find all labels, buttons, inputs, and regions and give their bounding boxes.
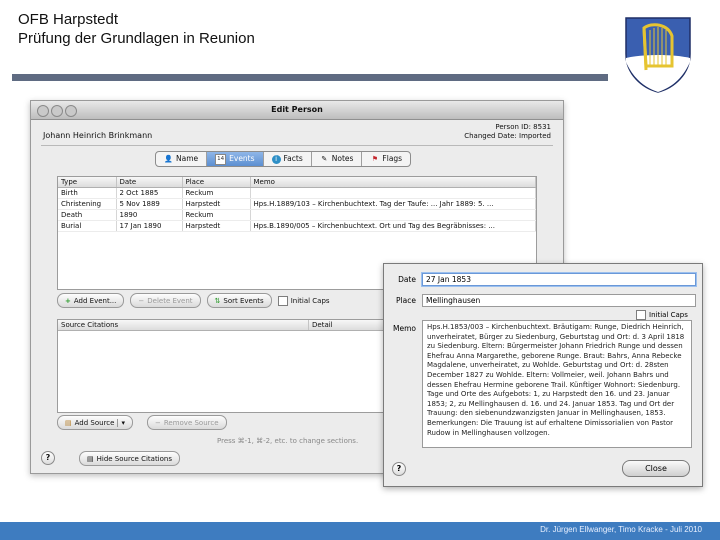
event-date: 5 Nov 1889 [116, 198, 183, 210]
table-header-row: Type Date Place Memo [58, 177, 536, 188]
add-event-label: Add Event... [73, 296, 117, 305]
sort-events-button[interactable]: ⇅ Sort Events [206, 293, 272, 308]
memo-label: Memo [393, 324, 416, 333]
tab-events[interactable]: 14 Events [207, 152, 264, 166]
close-button[interactable]: Close [622, 460, 690, 477]
event-memo [250, 187, 536, 199]
section-tabs: 👤 Name 14 Events i Facts ✎ Notes ⚑ Flags [155, 151, 412, 167]
changed-date: Changed Date: Imported [464, 132, 551, 140]
help-icon[interactable]: ? [41, 451, 55, 465]
add-source-button[interactable]: ▤ Add Source ▾ [57, 415, 133, 430]
date-field[interactable]: 27 Jan 1853 [422, 273, 696, 286]
place-field[interactable]: Mellinghausen [422, 294, 696, 307]
window-titlebar[interactable]: Edit Person [31, 101, 563, 120]
plus-icon: + [65, 296, 71, 305]
event-memo [250, 209, 536, 221]
coat-of-arms-harp-logo [625, 17, 691, 93]
remove-source-button[interactable]: − Remove Source [146, 415, 227, 430]
place-label: Place [396, 296, 416, 305]
event-place: Harpstedt [182, 220, 251, 232]
checkbox-box[interactable] [277, 295, 288, 306]
keyboard-hint: Press ⌘-1, ⌘-2, etc. to change sections. [217, 437, 359, 445]
table-row[interactable]: Death 1890 Reckum [58, 209, 536, 221]
slide-footer: Dr. Jürgen Ellwanger, Timo Kracke - Juli… [0, 522, 720, 540]
minus-icon: − [154, 418, 161, 427]
initial-caps-checkbox[interactable]: Initial Caps [636, 310, 688, 320]
event-date: 17 Jan 1890 [116, 220, 183, 232]
delete-event-label: Delete Event [147, 296, 193, 305]
header-divider [41, 145, 553, 146]
person-id: Person ID: 8531 [495, 123, 551, 131]
tab-notes[interactable]: ✎ Notes [312, 152, 363, 166]
window-title: Edit Person [271, 105, 323, 114]
tab-label: Name [176, 154, 199, 163]
checkbox-box[interactable] [636, 310, 646, 320]
title-divider-bar [12, 74, 608, 81]
slide-title: OFB Harpstedt Prüfung der Grundlagen in … [18, 10, 255, 48]
slide-title-line2: Prüfung der Grundlagen in Reunion [18, 30, 255, 47]
remove-source-label: Remove Source [163, 418, 219, 427]
tab-label: Notes [331, 154, 354, 163]
table-row[interactable]: Birth 2 Oct 1885 Reckum [58, 187, 536, 199]
delete-event-button[interactable]: − Delete Event [130, 293, 201, 308]
person-icon: 👤 [164, 154, 173, 163]
initial-caps-label: Initial Caps [649, 311, 688, 319]
memo-textarea[interactable]: Hps.H.1853/003 – Kirchenbuchtext. Bräuti… [422, 320, 692, 448]
column-header[interactable]: Place [182, 177, 251, 188]
note-icon: ✎ [321, 154, 328, 163]
column-header[interactable]: Source Citations [58, 320, 309, 330]
event-type: Burial [58, 220, 117, 232]
help-icon[interactable]: ? [392, 462, 406, 476]
hide-icon: ▤ [87, 454, 94, 463]
calendar-icon: 14 [215, 153, 227, 165]
add-source-label: Add Source [74, 418, 115, 427]
hide-citations-label: Hide Source Citations [96, 454, 172, 463]
table-row[interactable]: Burial 17 Jan 1890 Harpstedt Hps.B.1890/… [58, 220, 536, 232]
tab-facts[interactable]: i Facts [264, 152, 312, 166]
event-buttons: + Add Event... − Delete Event ⇅ Sort Events… [57, 293, 330, 308]
add-event-button[interactable]: + Add Event... [57, 293, 125, 308]
footer-text: Dr. Jürgen Ellwanger, Timo Kracke - Juli… [540, 525, 702, 534]
event-type: Birth [58, 187, 117, 199]
event-memo: Hps.B.1890/005 – Kirchenbuchtext. Ort un… [250, 220, 536, 232]
column-header[interactable]: Memo [250, 177, 536, 188]
slide-title-line1: OFB Harpstedt [18, 11, 119, 28]
sort-events-label: Sort Events [223, 296, 264, 305]
sort-icon: ⇅ [214, 296, 221, 305]
flag-icon: ⚑ [371, 154, 379, 163]
edit-event-panel: Date 27 Jan 1853 Place Mellinghausen Ini… [383, 263, 703, 487]
initial-caps-checkbox[interactable]: Initial Caps [277, 295, 330, 306]
minus-icon: − [138, 296, 145, 305]
person-name: Johann Heinrich Brinkmann [43, 131, 153, 140]
info-icon: i [271, 154, 281, 164]
tab-flags[interactable]: ⚑ Flags [362, 152, 410, 166]
date-label: Date [398, 275, 416, 284]
hide-source-citations-button[interactable]: ▤ Hide Source Citations [79, 451, 180, 466]
tab-label: Facts [283, 154, 303, 163]
event-memo: Hps.H.1889/103 – Kirchenbuchtext. Tag de… [250, 198, 536, 210]
event-type: Christening [58, 198, 117, 210]
tab-label: Flags [382, 154, 403, 163]
tab-name[interactable]: 👤 Name [156, 152, 208, 166]
table-row[interactable]: Christening 5 Nov 1889 Harpstedt Hps.H.1… [58, 198, 536, 210]
source-buttons: ▤ Add Source ▾ − Remove Source [57, 415, 227, 430]
event-place: Reckum [182, 187, 251, 199]
column-header[interactable]: Date [116, 177, 183, 188]
event-type: Death [58, 209, 117, 221]
event-place: Reckum [182, 209, 251, 221]
source-icon: ▤ [65, 418, 72, 427]
event-date: 2 Oct 1885 [116, 187, 183, 199]
chevron-down-icon[interactable]: ▾ [117, 418, 125, 427]
event-date: 1890 [116, 209, 183, 221]
person-meta: Person ID: 8531 Changed Date: Imported [464, 123, 551, 141]
tab-label: Events [229, 154, 255, 163]
column-header[interactable]: Type [58, 177, 117, 188]
initial-caps-label: Initial Caps [290, 296, 330, 305]
event-place: Harpstedt [182, 198, 251, 210]
